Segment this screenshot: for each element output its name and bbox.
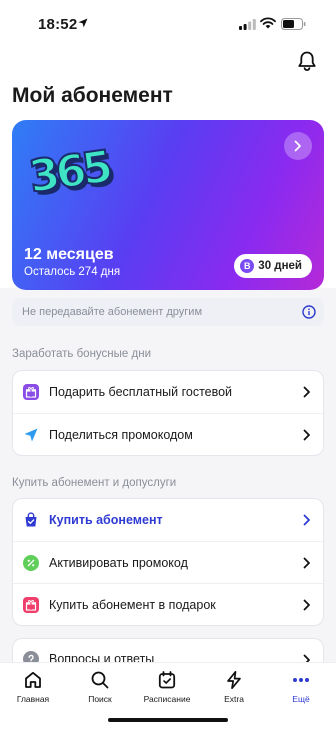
gift-guest-pass-item[interactable]: Подарить бесплатный гостевой bbox=[13, 371, 323, 413]
chevron-right-icon bbox=[303, 386, 310, 398]
bonus-days-badge[interactable]: B 30 дней bbox=[234, 254, 312, 278]
send-icon bbox=[23, 427, 39, 443]
notification-bell-icon[interactable] bbox=[296, 50, 318, 72]
info-icon[interactable] bbox=[302, 305, 316, 319]
chevron-right-icon bbox=[303, 557, 310, 569]
tab-search[interactable]: Поиск bbox=[67, 669, 133, 704]
calendar-icon bbox=[134, 669, 200, 691]
search-icon bbox=[67, 669, 133, 691]
tab-extra-label: Extra bbox=[224, 694, 244, 704]
discount-icon bbox=[23, 554, 39, 571]
gift-guest-pass-label: Подарить бесплатный гостевой bbox=[49, 385, 233, 399]
tab-schedule[interactable]: Расписание bbox=[134, 669, 200, 704]
page-title: Мой абонемент bbox=[12, 84, 173, 107]
buy-actions-group: Купить абонемент Активировать промокод К… bbox=[12, 498, 324, 626]
gift-icon bbox=[23, 596, 39, 613]
chevron-right-icon bbox=[303, 599, 310, 611]
tab-more[interactable]: Ещё bbox=[268, 669, 334, 704]
status-time: 18:52 bbox=[38, 16, 78, 33]
shopping-bag-icon bbox=[23, 512, 39, 528]
chevron-right-icon bbox=[294, 140, 301, 152]
gift-subscription-label: Купить абонемент в подарок bbox=[49, 597, 216, 612]
cellular-signal-icon bbox=[239, 19, 256, 30]
gift-icon bbox=[23, 384, 39, 400]
share-promocode-item[interactable]: Поделиться промокодом bbox=[13, 413, 323, 455]
tab-schedule-label: Расписание bbox=[143, 694, 191, 704]
share-promocode-label: Поделиться промокодом bbox=[49, 427, 193, 442]
home-indicator[interactable] bbox=[108, 718, 228, 722]
section-label-bonus: Заработать бонусные дни bbox=[12, 348, 151, 360]
subscription-card[interactable]: 365 365 12 месяцев Осталось 274 дня B 30… bbox=[12, 120, 324, 290]
bonus-actions-group: Подарить бесплатный гостевой Поделиться … bbox=[12, 370, 324, 456]
days-remaining: Осталось 274 дня bbox=[24, 266, 121, 278]
activate-promocode-label: Активировать промокод bbox=[49, 555, 188, 570]
home-icon bbox=[0, 669, 66, 691]
buy-subscription-item[interactable]: Купить абонемент bbox=[13, 499, 323, 541]
tab-extra[interactable]: Extra bbox=[201, 669, 267, 704]
chevron-right-icon bbox=[303, 514, 310, 526]
lightning-icon bbox=[201, 669, 267, 691]
subscription-period: 12 месяцев bbox=[24, 246, 114, 263]
buy-subscription-label: Купить абонемент bbox=[49, 513, 163, 527]
card-open-button[interactable] bbox=[284, 132, 312, 160]
tab-home-label: Главная bbox=[16, 694, 50, 704]
logo-365: 365 365 bbox=[26, 140, 117, 204]
wifi-icon bbox=[260, 17, 276, 29]
bonus-days-value: 30 дней bbox=[258, 260, 302, 272]
tab-more-label: Ещё bbox=[292, 694, 310, 704]
bonus-icon: B bbox=[240, 259, 255, 273]
battery-icon bbox=[281, 18, 306, 30]
more-icon bbox=[268, 669, 334, 691]
gift-subscription-item[interactable]: Купить абонемент в подарок bbox=[13, 583, 323, 625]
status-bar: 18:52 bbox=[0, 0, 336, 48]
section-label-buy: Купить абонемент и допуслуги bbox=[12, 477, 177, 489]
activate-promocode-item[interactable]: Активировать промокод bbox=[13, 541, 323, 583]
warning-text: Не передавайте абонемент другим bbox=[22, 306, 203, 318]
chevron-right-icon bbox=[303, 429, 310, 441]
transfer-warning: Не передавайте абонемент другим bbox=[12, 298, 324, 326]
location-arrow-icon bbox=[78, 18, 88, 28]
tab-home[interactable]: Главная bbox=[0, 669, 66, 704]
tab-search-label: Поиск bbox=[88, 694, 112, 704]
